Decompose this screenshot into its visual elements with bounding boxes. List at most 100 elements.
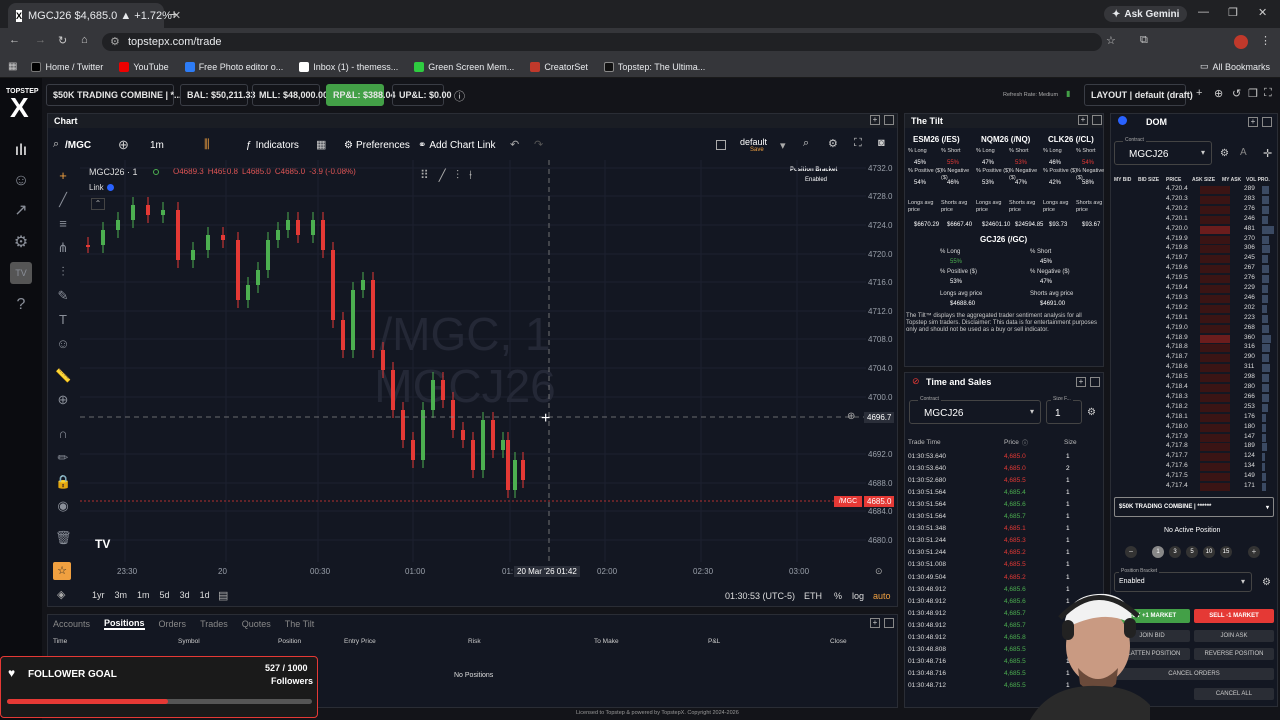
preferences-button[interactable]: ⚙ Preferences bbox=[344, 140, 410, 151]
dom-row[interactable]: 4,717.5 149 bbox=[1116, 472, 1276, 482]
popout-icon[interactable]: ❐ bbox=[1248, 87, 1258, 100]
info-icon[interactable]: ⓘ bbox=[454, 88, 465, 104]
bookmark-green-screen[interactable]: Green Screen Mem... bbox=[414, 61, 514, 72]
goto-date-icon[interactable]: ▤ bbox=[218, 589, 228, 602]
range-button-1m[interactable]: 1m bbox=[137, 590, 150, 600]
range-button-3m[interactable]: 3m bbox=[115, 590, 128, 600]
dom-row[interactable]: 4,718.3 266 bbox=[1116, 393, 1276, 403]
bookmark-star-icon[interactable]: ☆ bbox=[1106, 34, 1116, 47]
chart-panel-max-icon[interactable] bbox=[884, 115, 894, 125]
bookmark-topstep[interactable]: Topstep: The Ultima... bbox=[603, 61, 705, 72]
dom-row[interactable]: 4,720.3 283 bbox=[1116, 195, 1276, 205]
dom-settings-icon[interactable]: ⚙ bbox=[1220, 148, 1229, 159]
qty-preset-10[interactable]: 10 bbox=[1203, 546, 1215, 558]
dom-row[interactable]: 4,717.6 134 bbox=[1116, 462, 1276, 472]
add-chart-link-button[interactable]: ⚭ Add Chart Link bbox=[418, 140, 496, 151]
browser-menu-icon[interactable]: ⋮ bbox=[1260, 34, 1271, 47]
magnet-icon[interactable]: ∩ bbox=[55, 426, 71, 441]
chart-type-icon[interactable]: ⫼ bbox=[204, 137, 210, 152]
log-scale-button[interactable]: log bbox=[852, 591, 864, 601]
ts-max-icon[interactable] bbox=[1090, 377, 1100, 387]
dom-row[interactable]: 4,719.0 268 bbox=[1116, 324, 1276, 334]
session-button[interactable]: ETH bbox=[804, 591, 822, 601]
chart-layout-name[interactable]: default bbox=[740, 137, 767, 147]
ts-add-icon[interactable]: + bbox=[1076, 377, 1086, 387]
qty-preset-1[interactable]: 1 bbox=[1152, 546, 1164, 558]
eye-icon[interactable]: ◉ bbox=[55, 498, 71, 514]
dom-account-select[interactable]: $50K TRADING COMBINE | ****** ▾ bbox=[1114, 497, 1274, 517]
bookmark-creatorset[interactable]: CreatorSet bbox=[530, 61, 588, 72]
dom-row[interactable]: 4,720.1 246 bbox=[1116, 215, 1276, 225]
qty-minus-button[interactable]: − bbox=[1125, 546, 1137, 558]
object-tree-icon[interactable]: ◈ bbox=[57, 588, 65, 601]
undo-icon[interactable]: ↶ bbox=[510, 138, 519, 151]
dom-row[interactable]: 4,719.7 245 bbox=[1116, 254, 1276, 264]
bracket-settings-icon[interactable]: ⚙ bbox=[1262, 577, 1271, 588]
qty-plus-button[interactable]: + bbox=[1248, 546, 1260, 558]
help-nav-icon[interactable]: ? bbox=[10, 294, 32, 316]
dom-row[interactable]: 4,720.4 289 bbox=[1116, 185, 1276, 195]
dom-center-icon[interactable]: ✛ bbox=[1263, 147, 1272, 160]
range-button-3d[interactable]: 3d bbox=[180, 590, 190, 600]
favorite-star-icon[interactable]: ☆ bbox=[53, 562, 71, 580]
percent-scale-button[interactable]: % bbox=[834, 591, 842, 601]
dom-row[interactable]: 4,718.8 316 bbox=[1116, 343, 1276, 353]
tilt-max-icon[interactable] bbox=[1092, 115, 1102, 125]
ts-settings-icon[interactable]: ⚙ bbox=[1087, 407, 1096, 418]
quick-search-icon[interactable]: ⌕ bbox=[803, 137, 809, 150]
add-panel-icon[interactable]: + bbox=[1196, 87, 1202, 99]
stats-nav-icon[interactable]: ↗ bbox=[10, 200, 32, 222]
dom-row[interactable]: 4,719.6 267 bbox=[1116, 264, 1276, 274]
bookmark-photo-editor[interactable]: Free Photo editor o... bbox=[184, 61, 283, 72]
bookmark-youtube[interactable]: YouTube bbox=[119, 61, 169, 72]
dom-row[interactable]: 4,718.7 290 bbox=[1116, 353, 1276, 363]
positions-panel-add-icon[interactable]: + bbox=[870, 618, 880, 628]
reload-icon[interactable]: ↻ bbox=[58, 34, 67, 47]
dom-row[interactable]: 4,718.5 298 bbox=[1116, 373, 1276, 383]
add-symbol-icon[interactable]: ⊕ bbox=[118, 137, 129, 153]
zoom-in-icon[interactable]: ⊕ bbox=[55, 392, 71, 408]
redo-icon[interactable]: ↷ bbox=[534, 138, 543, 151]
trash-icon[interactable]: 🗑 bbox=[55, 530, 72, 546]
back-icon[interactable]: ← bbox=[9, 34, 20, 46]
dom-row[interactable]: 4,719.3 246 bbox=[1116, 294, 1276, 304]
dom-max-icon[interactable] bbox=[1262, 117, 1272, 127]
chevron-down-icon[interactable]: ▾ bbox=[780, 139, 786, 152]
browser-tab[interactable]: X MGCJ26 $4,685.0 ▲ +1.72% ✕ bbox=[8, 3, 181, 28]
tab-trades[interactable]: Trades bbox=[200, 619, 228, 629]
tab-accounts[interactable]: Accounts bbox=[53, 619, 90, 629]
dom-row[interactable]: 4,719.8 306 bbox=[1116, 244, 1276, 254]
dom-row[interactable]: 4,718.2 253 bbox=[1116, 403, 1276, 413]
crosshair-icon[interactable]: + bbox=[55, 168, 71, 183]
search-icon[interactable]: ⌕ bbox=[53, 138, 59, 151]
bookmark-twitter[interactable]: Home / Twitter bbox=[31, 61, 103, 72]
dom-row[interactable]: 4,717.9 147 bbox=[1116, 433, 1276, 443]
ts-contract-select[interactable]: Contract MGCJ26 ▾ bbox=[909, 396, 1041, 424]
gann-icon[interactable]: ⫶ bbox=[55, 264, 71, 280]
reset-layout-icon[interactable]: ↺ bbox=[1232, 87, 1241, 100]
dom-toggle-icon[interactable] bbox=[1118, 116, 1127, 125]
qty-preset-3[interactable]: 3 bbox=[1169, 546, 1181, 558]
brush-icon[interactable]: ✎ bbox=[55, 288, 71, 304]
pitchfork-icon[interactable]: ⋔ bbox=[55, 240, 71, 256]
range-button-5d[interactable]: 5d bbox=[160, 590, 170, 600]
reverse-position-button[interactable]: REVERSE POSITION bbox=[1194, 648, 1274, 660]
tab-positions[interactable]: Positions bbox=[104, 618, 145, 630]
gemini-button[interactable]: ✦ Ask Gemini bbox=[1104, 6, 1188, 22]
cancel-all-button[interactable]: CANCEL ALL bbox=[1194, 688, 1274, 700]
dom-row[interactable]: 4,719.1 223 bbox=[1116, 314, 1276, 324]
tab-orders[interactable]: Orders bbox=[159, 619, 187, 629]
dom-row[interactable]: 4,718.9 360 bbox=[1116, 334, 1276, 344]
price-chart[interactable]: /MGC, 1 MGCJ26 + TV bbox=[80, 160, 866, 562]
dom-row[interactable]: 4,718.6 311 bbox=[1116, 363, 1276, 373]
qty-preset-5[interactable]: 5 bbox=[1186, 546, 1198, 558]
dom-contract-select[interactable]: Contract MGCJ26 ▾ bbox=[1114, 137, 1212, 165]
add-widget-icon[interactable]: ⊕ bbox=[1214, 87, 1223, 100]
lock-drawings-icon[interactable]: ✏ bbox=[55, 450, 71, 466]
auto-scale-button[interactable]: auto bbox=[873, 591, 891, 601]
dom-row[interactable]: 4,717.4 171 bbox=[1116, 482, 1276, 492]
camera-icon[interactable]: ◙ bbox=[878, 137, 885, 149]
dom-row[interactable]: 4,718.1 176 bbox=[1116, 413, 1276, 423]
layout-toggle-icon[interactable] bbox=[716, 140, 726, 150]
layout-selector[interactable]: LAYOUT | default (draft)▾ bbox=[1084, 84, 1193, 120]
